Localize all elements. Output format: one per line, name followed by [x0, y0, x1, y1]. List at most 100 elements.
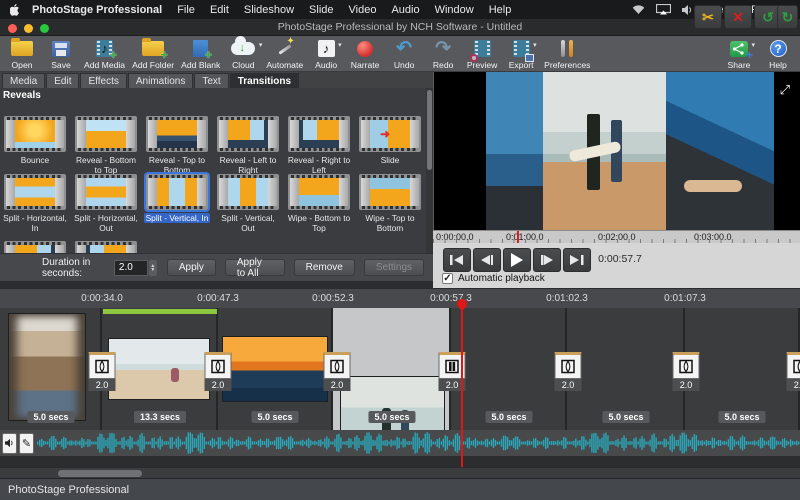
transition-partial-1[interactable]: [0, 241, 70, 253]
zoom-window-button[interactable]: [40, 24, 49, 33]
undo-button[interactable]: ↶ Undo: [388, 38, 420, 70]
transitions-scrollbar[interactable]: [426, 88, 433, 253]
preferences-button[interactable]: Preferences: [544, 38, 590, 70]
redo-button[interactable]: ↷ Redo: [427, 38, 459, 70]
transition-partial-2[interactable]: [71, 241, 141, 253]
menu-audio[interactable]: Audio: [391, 4, 419, 16]
audio-button[interactable]: ♪▾ Audio: [310, 38, 342, 70]
audio-note-icon: ♪▾: [318, 38, 335, 59]
add-folder-button[interactable]: + Add Folder: [132, 38, 174, 70]
audio-mute-button[interactable]: [2, 433, 17, 454]
transition-reveal-bottom-top[interactable]: Reveal - Bottom to Top: [71, 116, 141, 175]
add-media-button[interactable]: ♪+ Add Media: [84, 38, 125, 70]
timeline-ruler[interactable]: 0:00:34.0 0:00:47.3 0:00:52.3 0:00:57.3 …: [0, 288, 800, 308]
tab-animations[interactable]: Animations: [128, 73, 193, 88]
transition-reveal-right-left[interactable]: Reveal - Right to Left: [284, 116, 354, 175]
transition-reveal-top-bottom[interactable]: Reveal - Top to Bottom: [142, 116, 212, 175]
timeline-underband: [0, 456, 800, 467]
preview-right-image: [666, 72, 774, 230]
share-button[interactable]: ▾ Share: [723, 38, 755, 70]
minimize-window-button[interactable]: [24, 24, 33, 33]
statusbar-text: PhotoStage Professional: [8, 484, 129, 496]
menu-app-name[interactable]: PhotoStage Professional: [32, 4, 162, 16]
timeline-ruler-label: 0:00:34.0: [81, 293, 123, 304]
narrate-button[interactable]: Narrate: [349, 38, 381, 70]
automatic-playback-label: Automatic playback: [458, 273, 545, 284]
save-floppy-icon: [52, 38, 70, 59]
apply-to-all-button[interactable]: Apply to All: [225, 259, 285, 276]
export-film-icon: ▾: [513, 38, 530, 59]
preview-button[interactable]: Preview: [466, 38, 498, 70]
menu-slideshow[interactable]: Slideshow: [244, 4, 294, 16]
fullscreen-expand-icon[interactable]: ⤢: [780, 82, 790, 98]
reveal-transition-icon: [673, 352, 700, 379]
audio-waveform[interactable]: [37, 430, 800, 456]
transition-split-vertical-in-selected[interactable]: Split - Vertical, In: [142, 174, 212, 223]
transition-split-vertical-out[interactable]: Split - Vertical, Out: [213, 174, 283, 233]
menu-video[interactable]: Video: [349, 4, 377, 16]
add-media-icon: ♪+: [96, 38, 113, 59]
apply-button[interactable]: Apply: [167, 259, 216, 276]
clip-thumbnail-2[interactable]: [108, 338, 210, 400]
add-blank-button[interactable]: + Add Blank: [181, 38, 220, 70]
reveal-transition-icon: [324, 352, 351, 379]
close-window-button[interactable]: [8, 24, 17, 33]
preview-center-image: [543, 72, 666, 230]
tab-transitions[interactable]: Transitions: [230, 73, 299, 88]
help-button[interactable]: ? Help: [762, 38, 794, 70]
wifi-icon[interactable]: [632, 5, 645, 15]
transition-slide[interactable]: Slide: [355, 116, 425, 165]
transition-marker-1[interactable]: 2.0: [89, 352, 116, 391]
tab-edit[interactable]: Edit: [46, 73, 79, 88]
clip-thumbnail-3[interactable]: [222, 336, 328, 402]
transition-marker-5[interactable]: 2.0: [555, 352, 582, 391]
clip-thumbnail-1[interactable]: [8, 313, 86, 421]
settings-button[interactable]: Settings: [364, 259, 424, 276]
audio-track: ✎: [0, 430, 800, 456]
apple-menu-icon[interactable]: [8, 4, 22, 16]
delete-clip-button[interactable]: ✕: [724, 5, 752, 29]
step-forward-button[interactable]: [533, 248, 561, 272]
skip-to-start-button[interactable]: [443, 248, 471, 272]
tab-media[interactable]: Media: [2, 73, 45, 88]
transition-bounce[interactable]: Bounce: [0, 116, 70, 165]
transition-marker-6[interactable]: 2.0: [673, 352, 700, 391]
transition-marker-3[interactable]: 2.0: [324, 352, 351, 391]
airplay-display-icon[interactable]: [656, 4, 671, 15]
preview-timeline-ruler[interactable]: 0:00:00.0 0:01:00.0 0:02:00.0 0:03:00.0: [433, 230, 800, 243]
open-button[interactable]: Open: [6, 38, 38, 70]
automatic-playback-checkbox[interactable]: ✓: [442, 273, 453, 284]
export-button[interactable]: ▾ Export: [505, 38, 537, 70]
split-scissors-button[interactable]: ✂: [694, 5, 722, 29]
transition-reveal-left-right[interactable]: Reveal - Left to Right: [213, 116, 283, 175]
save-button[interactable]: Save: [45, 38, 77, 70]
menu-window[interactable]: Window: [435, 4, 474, 16]
cloud-button[interactable]: ▾ Cloud: [227, 38, 259, 70]
tab-effects[interactable]: Effects: [80, 73, 126, 88]
horizontal-scrollbar[interactable]: [0, 467, 800, 478]
timeline-playhead[interactable]: [461, 299, 463, 467]
menu-file[interactable]: File: [177, 4, 195, 16]
duration-input[interactable]: [114, 260, 148, 276]
transition-split-horizontal-out[interactable]: Split - Horizontal, Out: [71, 174, 141, 233]
preview-viewport[interactable]: ⤢: [433, 72, 800, 230]
menu-edit[interactable]: Edit: [210, 4, 229, 16]
remove-button[interactable]: Remove: [294, 259, 355, 276]
automate-button[interactable]: Automate: [266, 38, 303, 70]
menu-slide[interactable]: Slide: [309, 4, 333, 16]
volume-icon[interactable]: [682, 5, 694, 15]
audio-edit-button[interactable]: ✎: [19, 433, 34, 454]
preview-playhead-marker[interactable]: [517, 231, 519, 243]
rotate-right-button[interactable]: ↻: [777, 5, 798, 29]
transition-split-horizontal-in[interactable]: Split - Horizontal, In: [0, 174, 70, 233]
menu-help[interactable]: Help: [489, 4, 512, 16]
transition-marker-2[interactable]: 2.0: [205, 352, 232, 391]
transition-marker-7[interactable]: 2.0: [787, 352, 800, 391]
transition-wipe-top-bottom[interactable]: Wipe - Top to Bottom: [355, 174, 425, 233]
step-back-button[interactable]: [473, 248, 501, 272]
tab-text[interactable]: Text: [194, 73, 228, 88]
play-button[interactable]: [503, 248, 531, 272]
duration-stepper[interactable]: ▲▼: [149, 260, 157, 276]
scrollbar-thumb[interactable]: [58, 470, 142, 477]
transition-wipe-bottom-top[interactable]: Wipe - Bottom to Top: [284, 174, 354, 233]
